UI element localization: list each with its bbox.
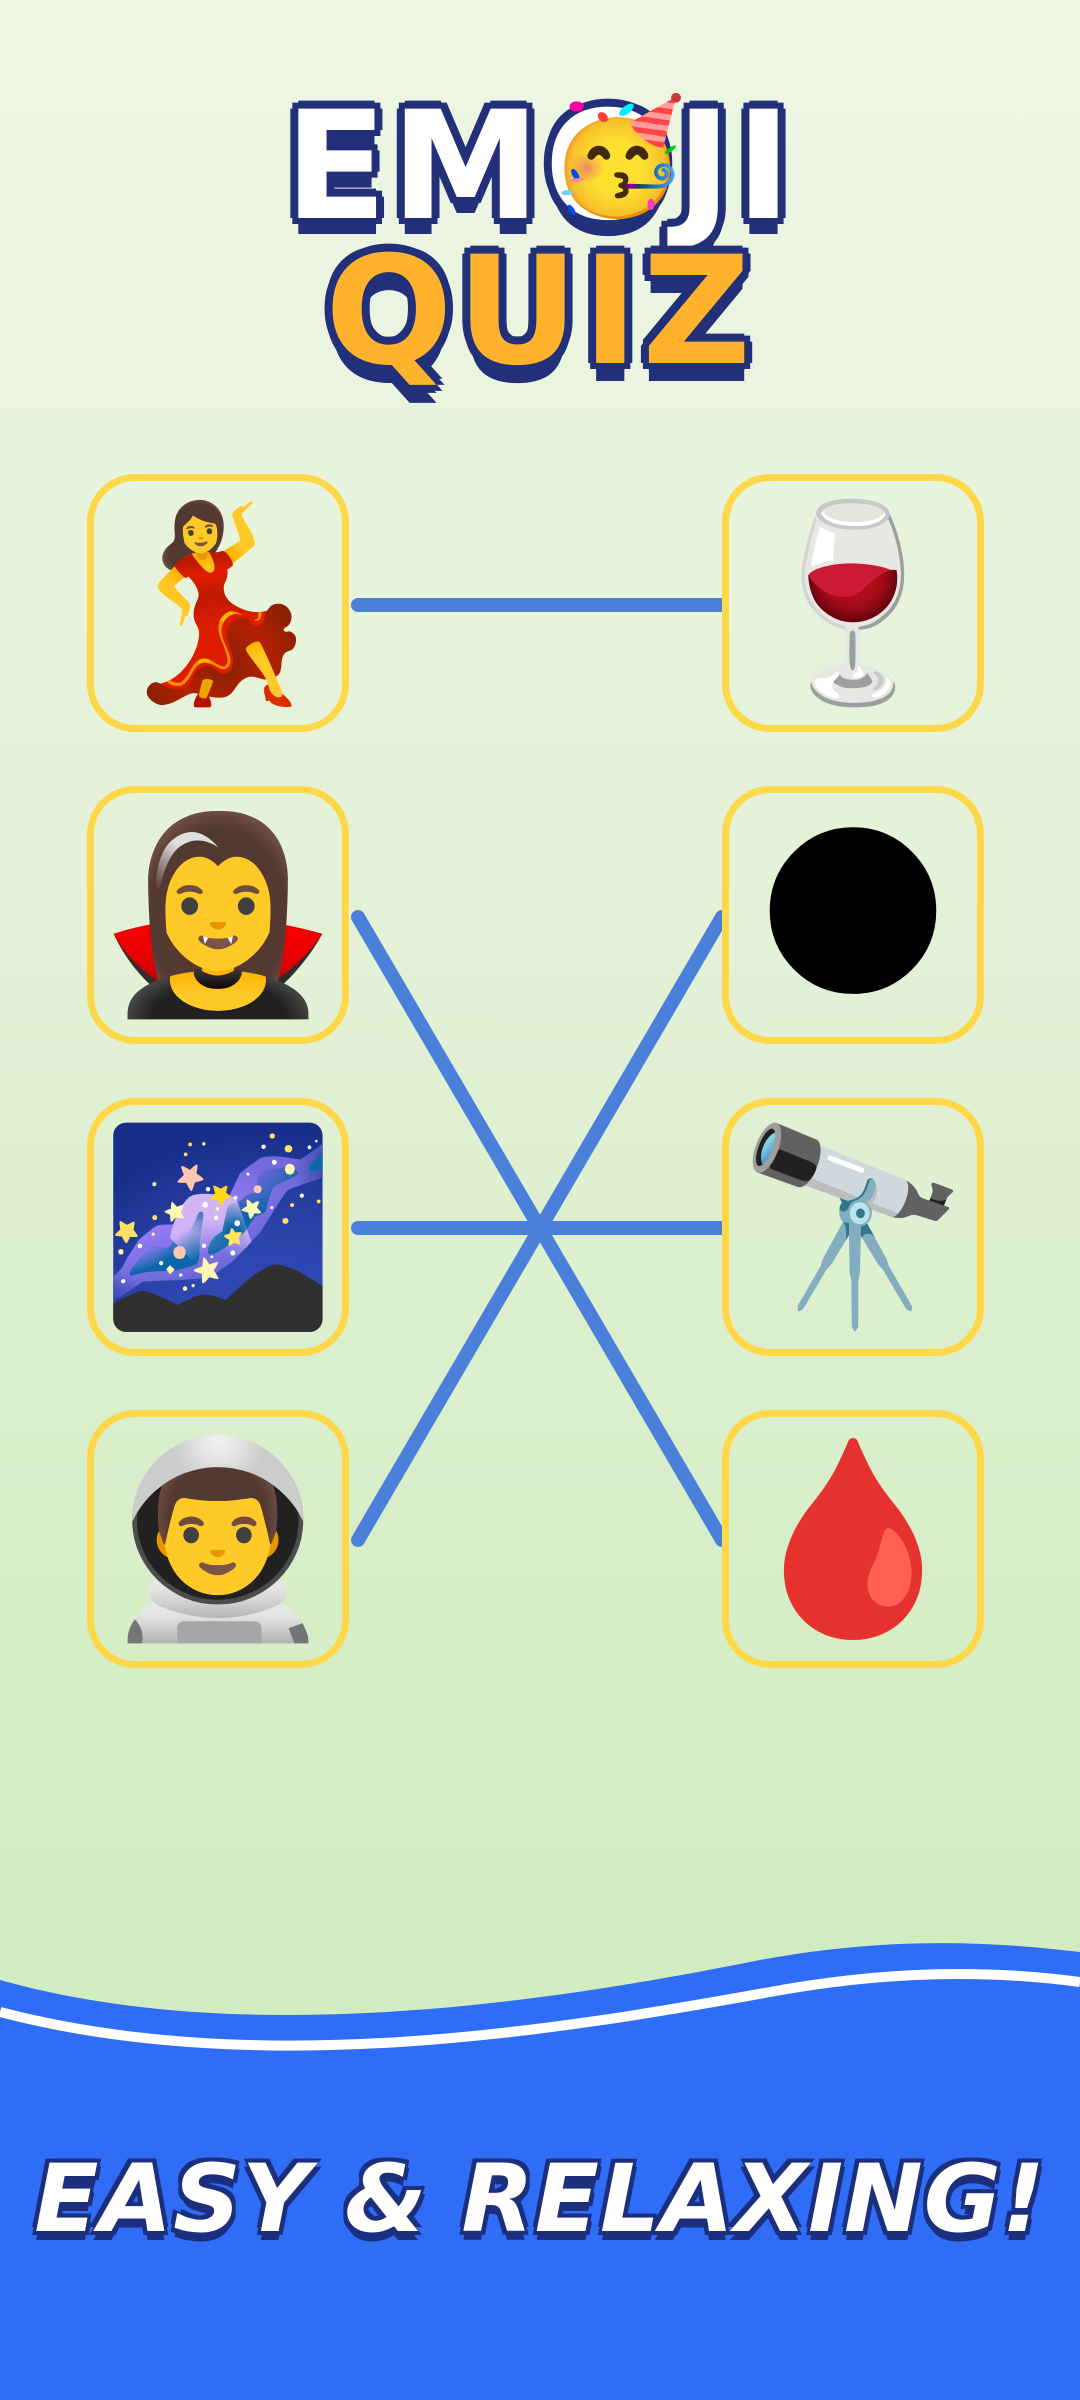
partying-face-icon: 🥳 xyxy=(548,92,688,222)
wine-glass-icon: 🍷 xyxy=(734,492,972,713)
left-tile-2[interactable]: 🧛‍♀️ xyxy=(87,786,349,1044)
connector-2-4 xyxy=(351,910,729,1547)
woman-vampire-icon: 🧛‍♀️ xyxy=(99,804,337,1025)
left-tile-3[interactable]: 🌌 xyxy=(87,1098,349,1356)
left-tile-1[interactable]: 💃 xyxy=(87,474,349,732)
telescope-icon: 🔭 xyxy=(734,1116,972,1337)
right-tile-1[interactable]: 🍷 xyxy=(722,474,984,732)
logo-quiz-word: QUIZ xyxy=(325,225,755,399)
tagline: EASY & RELAXING! xyxy=(34,2145,1046,2254)
left-tile-4[interactable]: 👨‍🚀 xyxy=(87,1410,349,1668)
right-tile-3[interactable]: 🔭 xyxy=(722,1098,984,1356)
game-logo: EMOJI 🥳 QUIZ xyxy=(0,40,1080,400)
man-astronaut-icon: 👨‍🚀 xyxy=(99,1428,337,1649)
drop-of-blood-icon: 🩸 xyxy=(734,1428,972,1649)
woman-dancing-icon: 💃 xyxy=(99,492,337,713)
milky-way-icon: 🌌 xyxy=(99,1116,337,1337)
connector-4-2 xyxy=(351,910,729,1547)
new-moon-icon: 🌑 xyxy=(753,804,953,1025)
right-tile-2[interactable]: 🌑 xyxy=(722,786,984,1044)
right-tile-4[interactable]: 🩸 xyxy=(722,1410,984,1668)
